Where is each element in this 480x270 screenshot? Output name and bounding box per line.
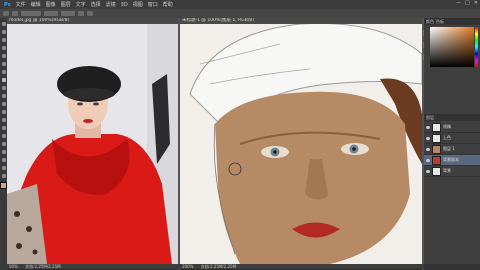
layer-name: 图层 1: [443, 146, 455, 151]
tab-layers[interactable]: 图层: [426, 115, 434, 121]
airbrush-icon[interactable]: [78, 11, 84, 16]
right-panels: 颜色 色板 图层 线稿 上色 图层 1 背景副本 背景: [424, 18, 480, 270]
reference-doc-size: 文档:2.25M/2.25M: [25, 264, 61, 269]
brush-tool-icon[interactable]: [1, 78, 6, 82]
layer-row[interactable]: 线稿: [424, 122, 480, 133]
visibility-eye-icon[interactable]: [426, 158, 430, 162]
menu-item-window[interactable]: 窗口: [148, 1, 158, 8]
reference-photo-illustration: [7, 24, 178, 264]
painting-illustration: [180, 24, 422, 264]
brush-preset-icon[interactable]: [3, 11, 9, 16]
visibility-eye-icon[interactable]: [426, 125, 430, 129]
reference-status-bar: 50% 文档:2.25M/2.25M: [7, 264, 180, 269]
eraser-tool-icon[interactable]: [1, 102, 6, 106]
visibility-eye-icon[interactable]: [426, 169, 430, 173]
menu-item-image[interactable]: 图像: [46, 1, 56, 8]
painting-document: 未标题-1 @ 100%(图层 1, RGB/8) 200% 文档:2.25M/…: [180, 18, 424, 270]
reference-photo[interactable]: [7, 24, 178, 264]
tab-swatches[interactable]: 色板: [436, 19, 444, 25]
dodge-tool-icon[interactable]: [1, 126, 6, 130]
layer-name: 背景: [443, 168, 451, 173]
minimize-button[interactable]: —: [456, 0, 461, 6]
reference-document: model.jpg @ 100%(RGB/8) 50% 文档:2.25M/2.2…: [7, 18, 180, 270]
zoom-tool-icon[interactable]: [1, 174, 6, 178]
mode-dropdown[interactable]: [21, 11, 41, 16]
color-panel-tabs: 颜色 色板: [424, 18, 480, 25]
stamp-tool-icon[interactable]: [1, 86, 6, 90]
hue-slider[interactable]: [475, 27, 478, 67]
maximize-button[interactable]: □: [465, 0, 470, 6]
type-tool-icon[interactable]: [1, 142, 6, 146]
menu-item-view[interactable]: 视图: [133, 1, 143, 8]
layer-name: 上色: [443, 135, 451, 140]
history-brush-tool-icon[interactable]: [1, 94, 6, 98]
layer-thumbnail: [432, 166, 441, 176]
layer-row[interactable]: 背景: [424, 166, 480, 177]
layer-thumbnail: [432, 122, 441, 132]
hand-tool-icon[interactable]: [1, 166, 6, 170]
color-picker-field[interactable]: [430, 27, 474, 67]
layer-thumbnail: [432, 144, 441, 154]
gradient-tool-icon[interactable]: [1, 110, 6, 114]
layer-name: 线稿: [443, 124, 451, 129]
layers-panel-header: 图层: [424, 114, 480, 121]
lasso-tool-icon[interactable]: [1, 38, 6, 42]
tools-panel: [0, 18, 7, 270]
brush-size-icon[interactable]: [12, 11, 18, 16]
layers-footer: [424, 264, 480, 270]
path-select-tool-icon[interactable]: [1, 150, 6, 154]
menu-item-help[interactable]: 帮助: [163, 1, 173, 8]
menu-item-edit[interactable]: 编辑: [31, 1, 41, 8]
crop-tool-icon[interactable]: [1, 54, 6, 58]
layer-row-selected[interactable]: 背景副本: [424, 155, 480, 166]
tab-color[interactable]: 颜色: [426, 19, 434, 25]
foreground-color-swatch[interactable]: [0, 182, 7, 189]
quick-select-tool-icon[interactable]: [1, 46, 6, 50]
layer-row[interactable]: 图层 1: [424, 144, 480, 155]
layer-name: 背景副本: [443, 157, 459, 162]
pressure-icon[interactable]: [87, 11, 93, 16]
painting-doc-size: 文档:2.25M/2.25M: [200, 264, 237, 269]
menu-item-type[interactable]: 文字: [76, 1, 86, 8]
menu-item-file[interactable]: 文件: [16, 1, 26, 8]
layer-thumbnail: [432, 133, 441, 143]
blur-tool-icon[interactable]: [1, 118, 6, 122]
painting-zoom-level[interactable]: 200%: [182, 264, 193, 269]
painting-canvas[interactable]: [180, 24, 422, 264]
menu-item-ps[interactable]: Ps: [4, 2, 11, 8]
visibility-eye-icon[interactable]: [426, 136, 430, 140]
layer-row[interactable]: 上色: [424, 133, 480, 144]
menu-item-layer[interactable]: 图层: [61, 1, 71, 8]
flow-field[interactable]: [61, 11, 75, 16]
healing-tool-icon[interactable]: [1, 70, 6, 74]
opacity-field[interactable]: [44, 11, 58, 16]
move-tool-icon[interactable]: [1, 22, 6, 26]
menu-item-select[interactable]: 选择: [91, 1, 101, 8]
menu-item-3d[interactable]: 3D: [121, 2, 128, 8]
close-button[interactable]: ✕: [474, 0, 478, 6]
menu-bar: Ps 文件 编辑 图像 图层 文字 选择 滤镜 3D 视图 窗口 帮助 — □ …: [0, 0, 480, 9]
shape-tool-icon[interactable]: [1, 158, 6, 162]
painting-status-bar: 200% 文档:2.25M/2.25M: [180, 264, 424, 269]
window-controls: — □ ✕: [456, 0, 478, 6]
eyedropper-tool-icon[interactable]: [1, 62, 6, 66]
visibility-eye-icon[interactable]: [426, 147, 430, 151]
pen-tool-icon[interactable]: [1, 134, 6, 138]
layer-thumbnail: [432, 155, 441, 165]
reference-zoom-level[interactable]: 50%: [9, 264, 18, 269]
menu-item-filter[interactable]: 滤镜: [106, 1, 116, 8]
marquee-tool-icon[interactable]: [1, 30, 6, 34]
options-toolbar: [0, 9, 480, 18]
